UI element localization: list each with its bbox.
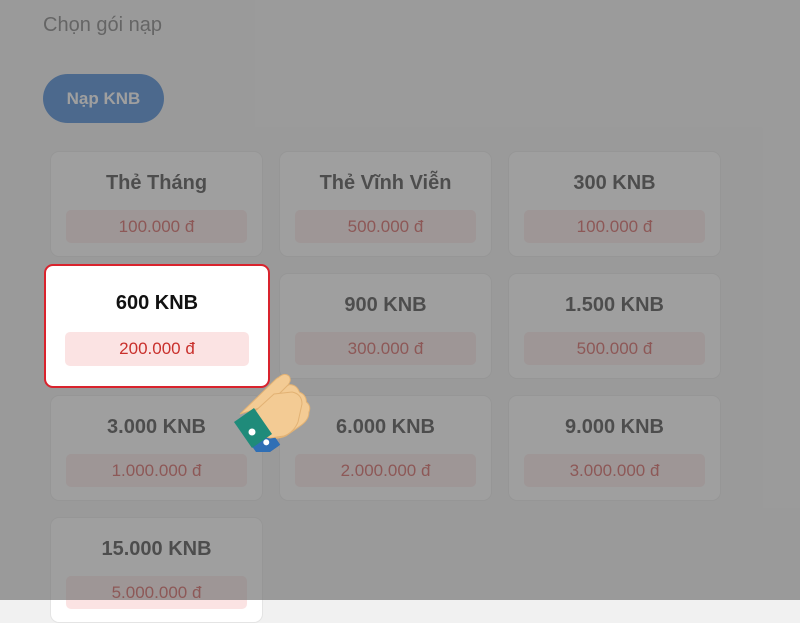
- package-name: 9.000 KNB: [565, 416, 664, 438]
- package-card-the-vinh-vien[interactable]: Thẻ Vĩnh Viễn 500.000 đ: [279, 151, 492, 257]
- package-name: 15.000 KNB: [101, 538, 212, 560]
- tab-nap-knb[interactable]: Nạp KNB: [43, 74, 164, 123]
- pointing-hand-icon: [234, 373, 311, 452]
- package-card-15000-knb[interactable]: 15.000 KNB 5.000.000 đ: [50, 517, 263, 623]
- package-price: 5.000.000 đ: [66, 576, 247, 609]
- package-name: 900 KNB: [344, 294, 427, 316]
- package-card-300-knb[interactable]: 300 KNB 100.000 đ: [508, 151, 721, 257]
- package-price: 1.000.000 đ: [66, 454, 247, 487]
- package-name: Thẻ Vĩnh Viễn: [319, 172, 452, 194]
- package-price: 100.000 đ: [66, 210, 247, 243]
- topup-page: Chọn gói nạp Nạp KNB Thẻ Tháng 100.000 đ…: [0, 0, 800, 623]
- package-name: 3.000 KNB: [107, 416, 206, 438]
- package-card-1500-knb[interactable]: 1.500 KNB 500.000 đ: [508, 273, 721, 379]
- package-card-the-thang[interactable]: Thẻ Tháng 100.000 đ: [50, 151, 263, 257]
- package-name: Thẻ Tháng: [105, 172, 208, 194]
- section-title: Chọn gói nạp: [43, 14, 162, 36]
- package-price: 3.000.000 đ: [524, 454, 705, 487]
- package-card-9000-knb[interactable]: 9.000 KNB 3.000.000 đ: [508, 395, 721, 501]
- package-price: 2.000.000 đ: [295, 454, 476, 487]
- package-price: 100.000 đ: [524, 210, 705, 243]
- package-name: 600 KNB: [115, 292, 199, 314]
- package-name: 300 KNB: [573, 172, 656, 194]
- package-name: 1.500 KNB: [565, 294, 664, 316]
- package-price: 500.000 đ: [295, 210, 476, 243]
- package-price: 500.000 đ: [524, 332, 705, 365]
- package-price: 200.000 đ: [65, 332, 249, 366]
